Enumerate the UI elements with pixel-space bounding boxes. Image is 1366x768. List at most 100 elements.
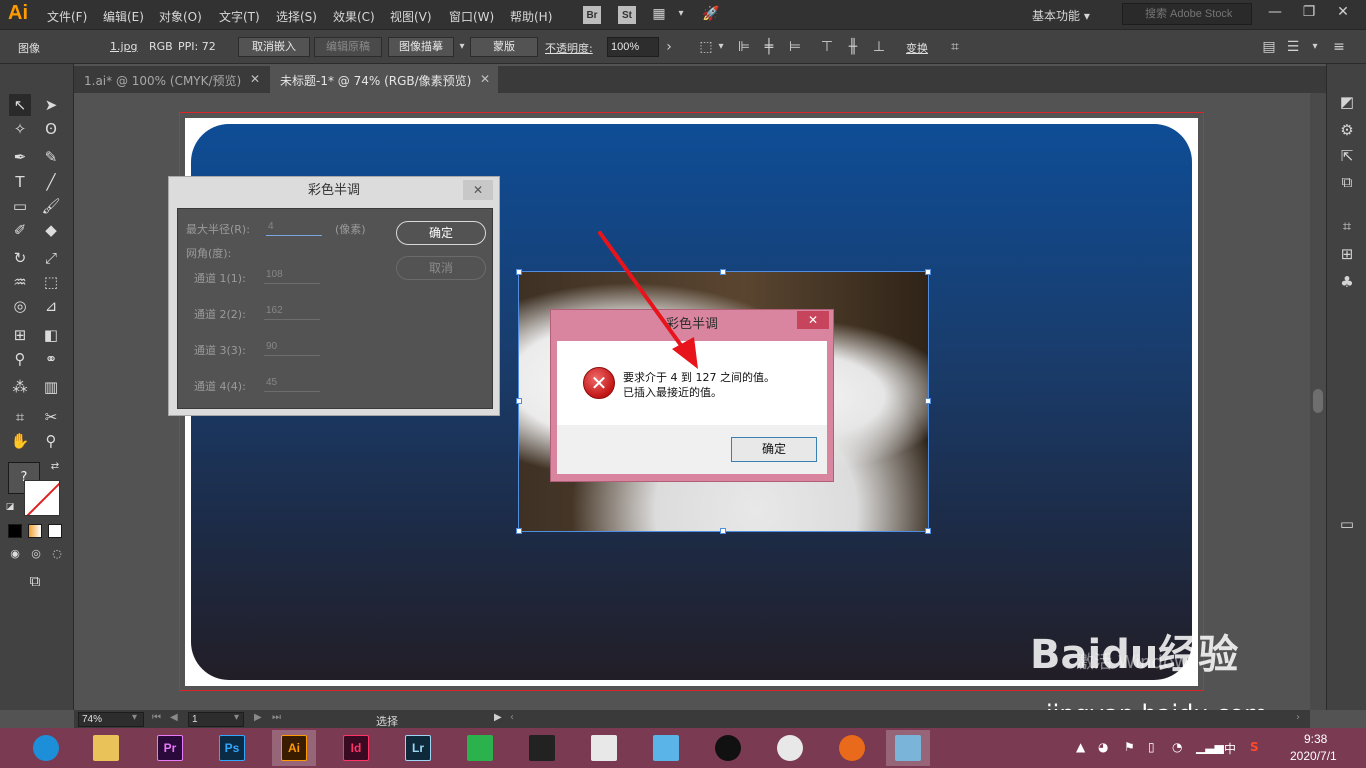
- gradient-tool-icon[interactable]: ◧: [40, 324, 62, 346]
- none-swatch-icon[interactable]: [48, 524, 62, 538]
- curvature-tool-icon[interactable]: ✎: [40, 146, 62, 168]
- artboard-tool-icon[interactable]: ⌗: [9, 406, 31, 428]
- channel-4-input[interactable]: 45: [264, 374, 320, 392]
- draw-normal-icon[interactable]: ◉: [6, 545, 24, 563]
- workspace-switcher[interactable]: 基本功能 ▾: [1024, 4, 1106, 26]
- screen-mode-icon[interactable]: ⧉: [24, 570, 46, 592]
- menu-object[interactable]: 对象(O): [159, 8, 202, 25]
- selection-handle[interactable]: [925, 398, 931, 404]
- taskbar-app-orange[interactable]: [830, 730, 874, 766]
- menu-help[interactable]: 帮助(H): [510, 8, 552, 25]
- chevron-down-icon[interactable]: ▾: [234, 712, 239, 723]
- eyedropper-tool-icon[interactable]: ⚲: [9, 348, 31, 370]
- perspective-grid-tool-icon[interactable]: ⊿: [40, 295, 62, 317]
- appearance-icon[interactable]: ⚙: [1337, 120, 1357, 140]
- selection-handle[interactable]: [516, 528, 522, 534]
- type-tool-icon[interactable]: T: [9, 171, 31, 193]
- direct-selection-tool-icon[interactable]: ➤: [40, 94, 62, 116]
- taskbar-lightroom[interactable]: Lr: [396, 730, 440, 766]
- tab-document-1[interactable]: 1.ai* @ 100% (CMYK/预览): [74, 66, 267, 93]
- edit-original-button[interactable]: 编辑原稿: [314, 37, 382, 57]
- symbol-sprayer-tool-icon[interactable]: ⁂: [9, 376, 31, 398]
- layers-icon[interactable]: ⧉: [1337, 172, 1357, 192]
- swap-colors-icon[interactable]: ⇄: [48, 460, 62, 474]
- chevron-right-icon[interactable]: ▶: [494, 712, 502, 723]
- chevron-down-icon[interactable]: ▾: [1306, 38, 1324, 56]
- gpu-performance-icon[interactable]: 🚀: [702, 5, 720, 23]
- column-graph-tool-icon[interactable]: ▥: [40, 376, 62, 398]
- selection-handle[interactable]: [925, 528, 931, 534]
- align-bottom-icon[interactable]: ⊥: [870, 38, 888, 56]
- scale-tool-icon[interactable]: ⤢: [40, 247, 62, 269]
- next-artboard-icon[interactable]: ▶: [254, 712, 262, 723]
- free-transform-tool-icon[interactable]: ⬚: [40, 271, 62, 293]
- eraser-tool-icon[interactable]: ◆: [40, 219, 62, 241]
- linked-filename[interactable]: 1.jpg: [110, 40, 138, 53]
- align-top-icon[interactable]: ⊤: [818, 38, 836, 56]
- max-radius-input[interactable]: 4: [266, 218, 322, 236]
- taskbar-chrome[interactable]: [768, 730, 812, 766]
- opacity-label[interactable]: 不透明度:: [545, 40, 593, 56]
- magic-wand-tool-icon[interactable]: ✧: [9, 118, 31, 140]
- restore-button[interactable]: ❐: [1292, 2, 1326, 24]
- align-left-icon[interactable]: ⊫: [735, 38, 753, 56]
- chevron-down-icon[interactable]: ▾: [712, 38, 730, 56]
- draw-behind-icon[interactable]: ◎: [27, 545, 45, 563]
- lasso-tool-icon[interactable]: ʘ: [40, 118, 62, 140]
- taskbar-app-green[interactable]: [458, 730, 502, 766]
- channel-3-input[interactable]: 90: [264, 338, 320, 356]
- flag-icon[interactable]: ⚑: [1124, 740, 1135, 754]
- show-hidden-icons-icon[interactable]: ▲: [1076, 740, 1085, 754]
- taskbar-premiere[interactable]: Pr: [148, 730, 192, 766]
- opacity-input[interactable]: [607, 37, 659, 57]
- qq-tray-icon[interactable]: ◕: [1098, 740, 1108, 754]
- taskbar-illustrator[interactable]: Ai: [272, 730, 316, 766]
- menu-type[interactable]: 文字(T): [219, 8, 260, 25]
- menu-effect[interactable]: 效果(C): [333, 8, 375, 25]
- color-guide-icon[interactable]: ◩: [1337, 92, 1357, 112]
- taskbar-indesign[interactable]: Id: [334, 730, 378, 766]
- align-right-icon[interactable]: ⊨: [786, 38, 804, 56]
- warp-tool-icon[interactable]: ♒: [9, 271, 31, 293]
- selection-handle[interactable]: [516, 398, 522, 404]
- stock-badge[interactable]: St: [618, 6, 636, 24]
- align-middle-icon[interactable]: ╫: [844, 38, 862, 56]
- taskbar-app-blue[interactable]: [644, 730, 688, 766]
- rectangle-tool-icon[interactable]: ▭: [9, 195, 31, 217]
- close-icon[interactable]: ✕: [797, 311, 829, 329]
- selection-handle[interactable]: [720, 269, 726, 275]
- input-method-indicator[interactable]: 中: [1224, 740, 1236, 757]
- menu-view[interactable]: 视图(V): [390, 8, 432, 25]
- chevron-right-icon[interactable]: ›: [660, 38, 678, 56]
- shape-builder-tool-icon[interactable]: ◎: [9, 295, 31, 317]
- rotate-tool-icon[interactable]: ↻: [9, 247, 31, 269]
- symbols-icon[interactable]: ♣: [1337, 272, 1357, 292]
- clock-date[interactable]: 2020/7/1: [1290, 749, 1337, 763]
- default-colors-icon[interactable]: ◪: [3, 500, 17, 514]
- pathfinder-icon[interactable]: ⊞: [1337, 244, 1357, 264]
- align-center-icon[interactable]: ╪: [760, 38, 778, 56]
- previous-artboard-icon[interactable]: ◀: [170, 712, 178, 723]
- pen-tool-icon[interactable]: ✒: [9, 146, 31, 168]
- taskbar-app-red[interactable]: [582, 730, 626, 766]
- paintbrush-tool-icon[interactable]: 🖌: [40, 195, 62, 217]
- zoom-tool-icon[interactable]: ⚲: [40, 430, 62, 452]
- close-icon[interactable]: ✕: [463, 180, 493, 200]
- mask-button[interactable]: 蒙版: [470, 37, 538, 57]
- unembed-button[interactable]: 取消嵌入: [238, 37, 310, 57]
- channel-2-input[interactable]: 162: [264, 302, 320, 320]
- gradient-swatch-icon[interactable]: [28, 524, 42, 538]
- export-icon[interactable]: ⇱: [1337, 146, 1357, 166]
- properties-icon[interactable]: ▭: [1337, 514, 1357, 534]
- draw-inside-icon[interactable]: ◌: [48, 545, 66, 563]
- last-artboard-icon[interactable]: ⏭: [272, 712, 281, 723]
- color-swatch-icon[interactable]: [8, 524, 22, 538]
- selection-handle[interactable]: [925, 269, 931, 275]
- mesh-tool-icon[interactable]: ⊞: [9, 324, 31, 346]
- scrollbar-thumb[interactable]: [1313, 389, 1323, 413]
- selection-handle[interactable]: [720, 528, 726, 534]
- vertical-scrollbar[interactable]: [1310, 93, 1326, 710]
- shaper-tool-icon[interactable]: ✐: [9, 219, 31, 241]
- taskbar-file-explorer[interactable]: [84, 730, 128, 766]
- align-panel-icon[interactable]: ⌗: [1337, 216, 1357, 236]
